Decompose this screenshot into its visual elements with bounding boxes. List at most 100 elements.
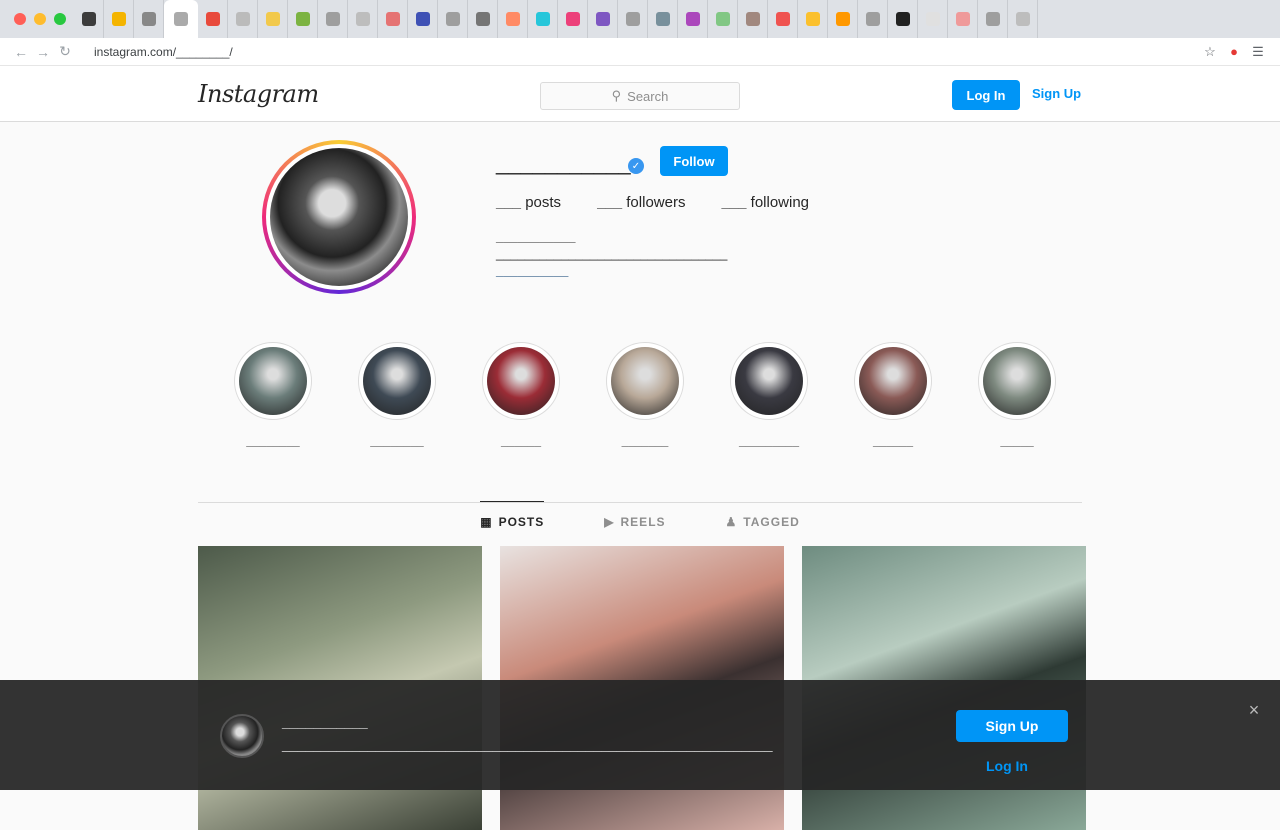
browser-tab[interactable] xyxy=(678,0,708,38)
back-icon[interactable]: ← xyxy=(10,41,32,63)
tab-favicon-icon xyxy=(1015,12,1030,26)
browser-tab[interactable] xyxy=(708,0,738,38)
browser-tab[interactable] xyxy=(858,0,888,38)
browser-tab[interactable] xyxy=(228,0,258,38)
browser-tab[interactable] xyxy=(134,0,164,38)
tab-favicon-icon xyxy=(655,12,670,26)
login-button[interactable]: Log In xyxy=(952,80,1020,110)
tab-favicon-icon xyxy=(835,12,850,26)
browser-tab[interactable] xyxy=(888,0,918,38)
browser-tab[interactable] xyxy=(978,0,1008,38)
browser-tab[interactable] xyxy=(738,0,768,38)
bio-text: ________________________________ xyxy=(496,246,728,261)
highlight-item[interactable]: _________ xyxy=(730,342,808,448)
tab-favicon-icon xyxy=(925,12,940,26)
browser-tab[interactable] xyxy=(348,0,378,38)
maximize-window-button[interactable] xyxy=(54,13,66,25)
tab-favicon-icon xyxy=(141,12,156,26)
browser-tab[interactable] xyxy=(648,0,678,38)
signup-link[interactable]: Sign Up xyxy=(1032,86,1081,101)
stat-following[interactable]: ___ following xyxy=(721,194,809,211)
browser-tab[interactable] xyxy=(468,0,498,38)
grid-icon: ▦ xyxy=(480,514,493,529)
browser-tab[interactable] xyxy=(378,0,408,38)
tab-favicon-icon xyxy=(385,12,400,26)
tab-tagged[interactable]: ♟ TAGGED xyxy=(726,502,800,542)
browser-tab[interactable] xyxy=(558,0,588,38)
highlight-item[interactable]: ______ xyxy=(482,342,560,448)
browser-tab[interactable] xyxy=(588,0,618,38)
stat-posts: ___ posts xyxy=(496,194,562,211)
browser-tab-strip xyxy=(0,0,1280,38)
browser-tab[interactable] xyxy=(318,0,348,38)
browser-tab[interactable] xyxy=(74,0,104,38)
tab-favicon-icon xyxy=(685,12,700,26)
highlight-label: ________ xyxy=(246,434,300,448)
browser-tab[interactable] xyxy=(828,0,858,38)
profile-icon[interactable]: ☰ xyxy=(1246,41,1270,63)
close-window-button[interactable] xyxy=(14,13,26,25)
browser-tab[interactable] xyxy=(948,0,978,38)
tab-favicon-icon xyxy=(595,12,610,26)
browser-tab[interactable] xyxy=(438,0,468,38)
tab-favicon-icon xyxy=(895,12,910,26)
browser-tab[interactable] xyxy=(798,0,828,38)
star-icon[interactable]: ☆ xyxy=(1198,41,1222,63)
banner-text: ________________________________________… xyxy=(282,736,773,752)
tab-favicon-icon xyxy=(625,12,640,26)
profile-avatar[interactable] xyxy=(262,140,416,294)
highlight-cover xyxy=(234,342,312,420)
browser-tab[interactable] xyxy=(918,0,948,38)
highlight-cover xyxy=(482,342,560,420)
browser-tab[interactable] xyxy=(528,0,558,38)
banner-title: ___________ xyxy=(282,714,368,730)
browser-tab[interactable] xyxy=(498,0,528,38)
tab-posts[interactable]: ▦ POSTS xyxy=(480,501,545,541)
browser-tab[interactable] xyxy=(768,0,798,38)
tab-favicon-icon xyxy=(955,12,970,26)
search-input[interactable]: ⚲ Search xyxy=(540,82,740,110)
highlight-item[interactable]: ________ xyxy=(358,342,436,448)
browser-tab[interactable] xyxy=(408,0,438,38)
tab-favicon-icon xyxy=(865,12,880,26)
forward-icon[interactable]: → xyxy=(32,41,54,63)
banner-signup-button[interactable]: Sign Up xyxy=(956,710,1068,742)
address-bar[interactable]: instagram.com/________/ xyxy=(86,41,1188,63)
tab-label: POSTS xyxy=(498,514,545,529)
tab-favicon-icon xyxy=(205,12,220,26)
tab-favicon-icon xyxy=(355,12,370,26)
browser-tab[interactable] xyxy=(288,0,318,38)
instagram-logo[interactable]: Instagram xyxy=(198,80,319,108)
browser-tab[interactable] xyxy=(164,0,198,38)
highlight-cover xyxy=(358,342,436,420)
highlight-item[interactable]: ______ xyxy=(854,342,932,448)
bio-link[interactable]: __________ xyxy=(496,262,727,279)
close-icon[interactable]: × xyxy=(1244,700,1264,720)
follow-button[interactable]: Follow xyxy=(660,146,728,176)
banner-login-link[interactable]: Log In xyxy=(986,758,1028,774)
browser-tab[interactable] xyxy=(1008,0,1038,38)
reels-icon: ▶ xyxy=(604,515,615,529)
window-controls xyxy=(8,13,74,25)
stat-followers[interactable]: ___ followers xyxy=(597,194,685,211)
profile-tabs: ▦ POSTS ▶ REELS ♟ TAGGED xyxy=(198,501,1082,542)
tab-favicon-icon xyxy=(325,12,340,26)
highlight-item[interactable]: _______ xyxy=(606,342,684,448)
browser-tab[interactable] xyxy=(104,0,134,38)
browser-tab[interactable] xyxy=(618,0,648,38)
tab-favicon-icon xyxy=(265,12,280,26)
minimize-window-button[interactable] xyxy=(34,13,46,25)
site-header: Instagram ⚲ Search Log In Sign Up xyxy=(0,66,1280,122)
extension-icon[interactable]: ● xyxy=(1222,41,1246,63)
browser-tab[interactable] xyxy=(258,0,288,38)
profile-stats: ___ posts ___ followers ___ following xyxy=(496,194,809,211)
tab-favicon-icon xyxy=(985,12,1000,26)
tab-reels[interactable]: ▶ REELS xyxy=(604,502,665,542)
highlight-item[interactable]: ________ xyxy=(234,342,312,448)
reload-icon[interactable]: ↻ xyxy=(54,41,76,63)
tab-favicon-icon xyxy=(505,12,520,26)
banner-avatar xyxy=(220,714,264,758)
highlight-item[interactable]: _____ xyxy=(978,342,1056,448)
browser-tab[interactable] xyxy=(198,0,228,38)
bio-name: ___________ xyxy=(496,229,576,244)
